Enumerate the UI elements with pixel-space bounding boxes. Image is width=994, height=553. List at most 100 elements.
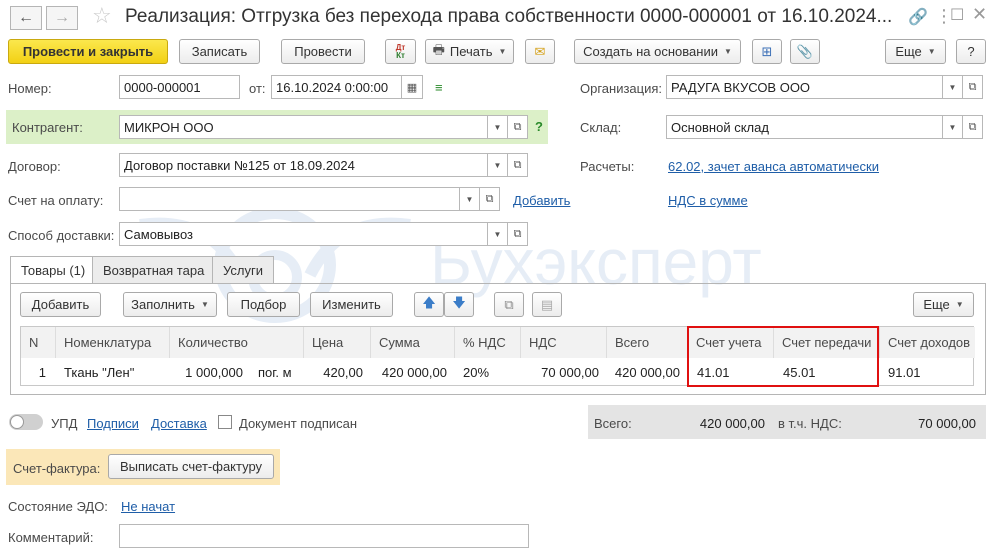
pick-button[interactable]: Подбор <box>227 292 300 317</box>
col-header-price[interactable]: Цена <box>304 327 371 358</box>
contract-label: Договор: <box>8 159 61 174</box>
total-value: 420 000,00 <box>699 416 765 431</box>
chevron-down-icon: ▼ <box>493 122 502 132</box>
open-icon: ⧉ <box>968 120 977 133</box>
delivery-field[interactable]: Самовывоз <box>119 222 488 246</box>
settlements-link[interactable]: 62.02, зачет аванса автоматически <box>668 159 879 174</box>
tax-invoice-label: Счет-фактура: <box>13 461 101 476</box>
history-icon[interactable]: ≡ <box>435 80 443 95</box>
signed-label: Документ подписан <box>239 416 358 431</box>
col-header-income-account[interactable]: Счет доходов <box>880 327 975 358</box>
envelope-icon: ✉ <box>534 43 546 59</box>
delivery-dropdown[interactable]: ▼ <box>488 222 508 246</box>
copy-row-button[interactable]: ⧉ <box>494 292 524 317</box>
warehouse-field[interactable]: Основной склад <box>666 115 943 139</box>
paperclip-icon: 📎 <box>796 43 814 59</box>
create-based-on-button[interactable]: Создать на основании ▼ <box>574 39 741 64</box>
edo-status-link[interactable]: Не начат <box>121 499 175 514</box>
move-down-button[interactable]: 🡇 <box>444 292 474 317</box>
counterparty-help-icon[interactable]: ? <box>535 119 543 134</box>
organization-field[interactable]: РАДУГА ВКУСОВ ООО <box>666 75 943 99</box>
settlements-label: Расчеты: <box>580 159 635 174</box>
attach-button[interactable]: 📎 <box>790 39 820 64</box>
chevron-down-icon: ▼ <box>723 47 732 56</box>
fill-label: Заполнить <box>131 297 195 312</box>
maximize-icon[interactable]: ☐ <box>950 5 964 25</box>
col-header-sum[interactable]: Сумма <box>371 327 455 358</box>
table-more-label: Еще <box>923 297 950 312</box>
post-and-close-button[interactable]: Провести и закрыть <box>8 39 168 64</box>
add-row-button[interactable]: Добавить <box>20 292 101 317</box>
dt-kt-button[interactable]: Дт Кт <box>385 39 416 64</box>
vat-total-value: 70 000,00 <box>918 416 976 431</box>
delivery-open[interactable]: ⧉ <box>508 222 528 246</box>
table-more-button[interactable]: Еще ▼ <box>913 292 974 317</box>
cell-qty: 1 000,000 <box>185 364 243 380</box>
date-field[interactable]: 16.10.2024 0:00:00 <box>271 75 402 99</box>
save-button[interactable]: Записать <box>179 39 260 64</box>
structure-button[interactable]: ⊞ <box>752 39 782 64</box>
number-label: Номер: <box>8 81 52 96</box>
signatures-link[interactable]: Подписи <box>87 416 139 431</box>
invoice-add-link[interactable]: Добавить <box>513 193 570 208</box>
cell-sum: 420 000,00 <box>381 364 447 380</box>
counterparty-dropdown[interactable]: ▼ <box>488 115 508 139</box>
warehouse-open[interactable]: ⧉ <box>963 115 983 139</box>
signed-checkbox[interactable] <box>218 415 232 429</box>
invoice-dropdown[interactable]: ▼ <box>460 187 480 211</box>
delivery-label: Способ доставки: <box>8 228 115 243</box>
issue-invoice-button[interactable]: Выписать счет-фактуру <box>108 454 274 479</box>
upd-toggle[interactable] <box>9 414 43 430</box>
counterparty-open[interactable]: ⧉ <box>508 115 528 139</box>
number-field[interactable]: 0000-000001 <box>119 75 240 99</box>
more-label: Еще <box>895 44 922 59</box>
open-icon: ⧉ <box>513 158 522 171</box>
edit-button[interactable]: Изменить <box>310 292 393 317</box>
col-header-n[interactable]: N <box>21 327 56 358</box>
comment-field[interactable] <box>119 524 529 548</box>
print-button[interactable]: 🖶 Печать ▼ <box>425 39 514 64</box>
organization-label: Организация: <box>580 81 663 96</box>
help-button[interactable]: ? <box>956 39 986 64</box>
back-button[interactable]: ← <box>10 6 42 30</box>
close-icon[interactable]: ✕ <box>972 4 987 25</box>
organization-open[interactable]: ⧉ <box>963 75 983 99</box>
col-header-total[interactable]: Всего <box>607 327 688 358</box>
copy-icon: ⧉ <box>504 296 514 312</box>
paste-icon: ▤ <box>540 296 554 312</box>
vat-link[interactable]: НДС в сумме <box>668 193 748 208</box>
forward-button[interactable]: → <box>46 6 78 30</box>
organization-dropdown[interactable]: ▼ <box>943 75 963 99</box>
open-icon: ⧉ <box>485 192 494 205</box>
invoice-field[interactable] <box>119 187 460 211</box>
col-header-item[interactable]: Номенклатура <box>56 327 170 358</box>
calendar-button[interactable]: ▦ <box>402 75 423 99</box>
fill-button[interactable]: Заполнить ▼ <box>123 292 217 317</box>
post-button[interactable]: Провести <box>281 39 365 64</box>
tab-returnable-packaging[interactable]: Возвратная тара <box>92 256 216 283</box>
toggle-knob <box>10 415 24 429</box>
more-button[interactable]: Еще ▼ <box>885 39 946 64</box>
contract-field[interactable]: Договор поставки №125 от 18.09.2024 <box>119 153 488 177</box>
favorite-star-icon[interactable]: ☆ <box>92 3 112 29</box>
invoice-open[interactable]: ⧉ <box>480 187 500 211</box>
col-header-qty[interactable]: Количество <box>170 327 304 358</box>
contract-open[interactable]: ⧉ <box>508 153 528 177</box>
warehouse-dropdown[interactable]: ▼ <box>943 115 963 139</box>
chevron-down-icon: ▼ <box>493 160 502 170</box>
move-up-button[interactable]: 🡅 <box>414 292 444 317</box>
tab-goods[interactable]: Товары (1) <box>10 256 97 284</box>
counterparty-field[interactable]: МИКРОН ООО <box>119 115 488 139</box>
delivery-link[interactable]: Доставка <box>151 416 207 431</box>
paste-row-button[interactable]: ▤ <box>532 292 562 317</box>
chevron-down-icon: ▼ <box>465 194 474 204</box>
col-header-vat[interactable]: НДС <box>521 327 607 358</box>
chevron-down-icon: ▼ <box>200 300 209 309</box>
link-icon[interactable]: 🔗 <box>908 7 928 27</box>
arrow-left-icon: ← <box>18 9 34 26</box>
tab-services[interactable]: Услуги <box>212 256 274 283</box>
comment-label: Комментарий: <box>8 530 94 545</box>
contract-dropdown[interactable]: ▼ <box>488 153 508 177</box>
email-button[interactable]: ✉ <box>525 39 555 64</box>
col-header-vat-rate[interactable]: % НДС <box>455 327 521 358</box>
